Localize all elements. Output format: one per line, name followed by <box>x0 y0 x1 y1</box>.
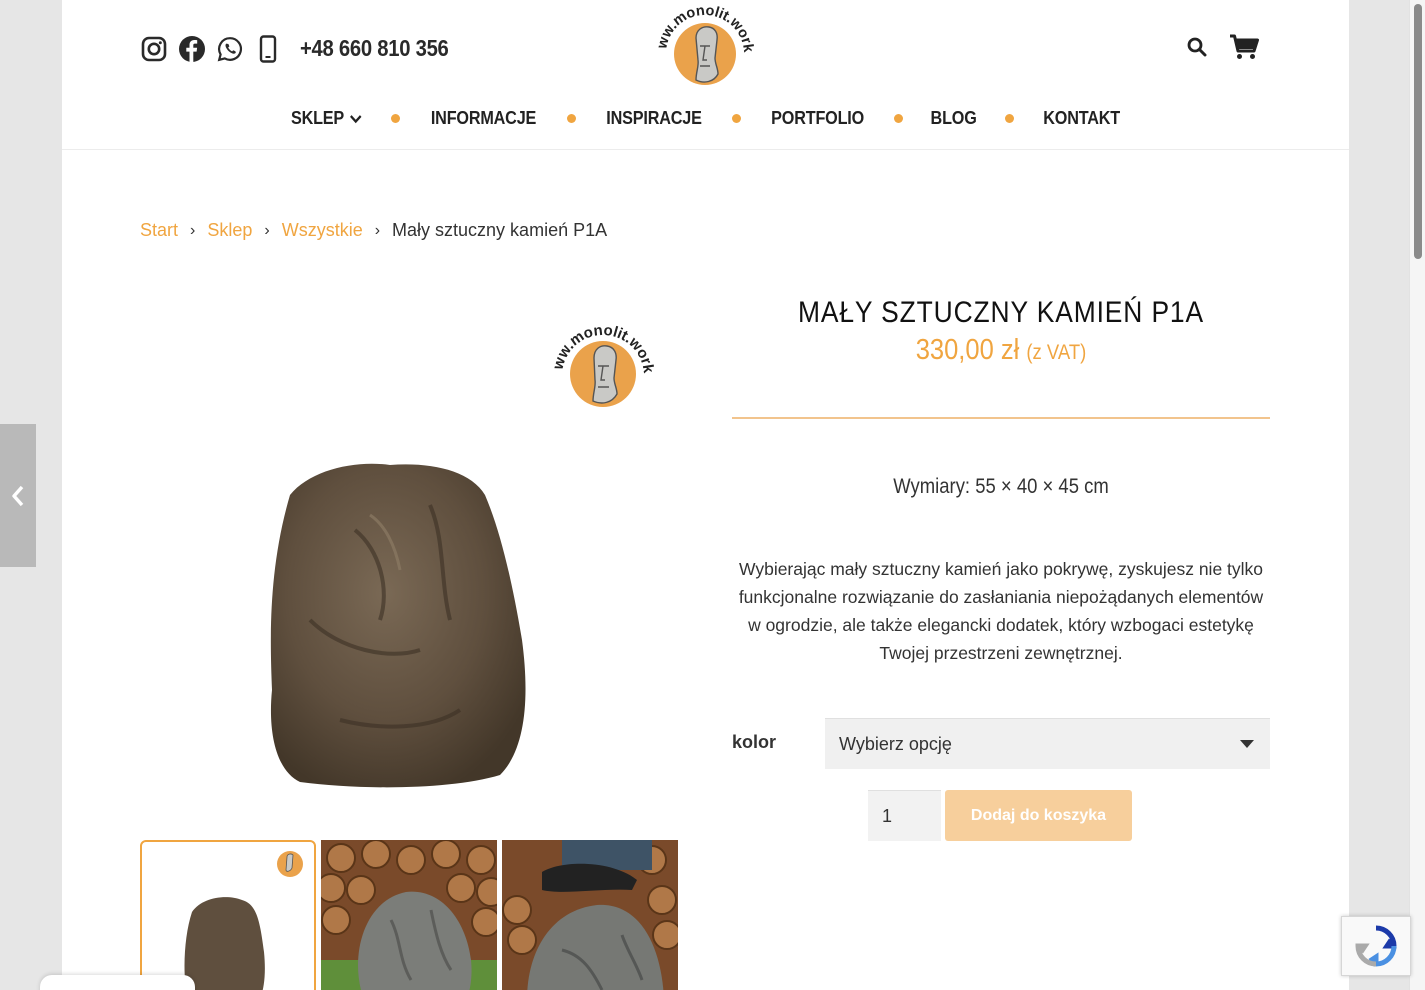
chevron-down-icon <box>350 114 362 123</box>
thumbnail-2[interactable] <box>321 840 497 990</box>
bottom-floating-tab[interactable] <box>40 975 195 990</box>
phone-number[interactable]: +48 660 810 356 <box>300 35 449 62</box>
add-to-cart-row: 1 Dodaj do koszyka <box>868 790 1132 841</box>
breadcrumb-sklep[interactable]: Sklep <box>207 220 252 241</box>
product-summary: MAŁY SZTUCZNY KAMIEŃ P1A 330,00 zł (z VA… <box>732 290 1270 667</box>
instagram-icon[interactable] <box>140 34 168 64</box>
product-price: 330,00 zł (z VAT) <box>764 334 1237 367</box>
site-header: +48 660 810 356 www.monolit.works <box>62 0 1349 150</box>
social-links <box>140 34 282 64</box>
nav-item-blog[interactable]: BLOG <box>931 108 977 129</box>
page: +48 660 810 356 www.monolit.works <box>62 0 1349 990</box>
breadcrumb-wszystkie[interactable]: Wszystkie <box>282 220 363 241</box>
price-vat-note: (z VAT) <box>1026 341 1087 364</box>
color-select[interactable]: Wybierz opcję <box>825 718 1270 769</box>
nav-separator-dot <box>391 114 401 123</box>
variation-label: kolor <box>732 732 777 752</box>
nav-item-sklep[interactable]: SKLEP <box>291 108 362 129</box>
cart-icon[interactable] <box>1229 34 1259 65</box>
search-icon[interactable] <box>1187 37 1207 62</box>
nav-label: SKLEP <box>291 108 345 128</box>
mobile-phone-icon[interactable] <box>254 34 282 64</box>
chevron-right-icon: › <box>190 221 196 239</box>
chevron-left-icon <box>12 485 24 506</box>
header-tools <box>1187 34 1259 65</box>
product-image-logo: www.monolit.works <box>541 303 658 414</box>
nav-item-informacje[interactable]: INFORMACJE <box>431 108 536 129</box>
scrollbar[interactable] <box>1409 0 1425 990</box>
nav-item-portfolio[interactable]: PORTFOLIO <box>771 108 864 129</box>
scrollbar-thumb[interactable] <box>1414 4 1422 259</box>
nav-item-inspiracje[interactable]: INSPIRACJE <box>606 108 702 129</box>
recaptcha-icon <box>1355 925 1397 967</box>
color-select-value: Wybierz opcję <box>839 733 952 754</box>
product-dimensions: Wymiary: 55 × 40 × 45 cm <box>893 475 1109 498</box>
quantity-input[interactable]: 1 <box>868 790 941 841</box>
whatsapp-icon[interactable] <box>216 34 244 64</box>
chevron-right-icon: › <box>264 221 270 239</box>
nav-item-kontakt[interactable]: KONTAKT <box>1043 108 1120 129</box>
nav-separator-dot <box>567 114 577 123</box>
price-amount: 330,00 zł <box>915 334 1020 366</box>
breadcrumb-start[interactable]: Start <box>140 220 178 241</box>
nav-separator-dot <box>1004 114 1014 123</box>
thumbnail-1[interactable] <box>140 840 316 990</box>
recaptcha-badge[interactable] <box>1341 916 1411 976</box>
facebook-icon[interactable] <box>178 34 206 64</box>
product-thumbnails <box>140 840 678 990</box>
chevron-right-icon: › <box>374 221 381 239</box>
summary-divider <box>732 417 1270 419</box>
variation-row: kolor Wybierz opcję <box>732 718 1270 769</box>
thumbnail-3[interactable] <box>502 840 678 990</box>
nav-separator-dot <box>894 114 904 123</box>
product-title: MAŁY SZTUCZNY KAMIEŃ P1A <box>798 296 1204 329</box>
nav-separator-dot <box>732 114 742 123</box>
site-logo[interactable]: www.monolit.works <box>645 0 758 96</box>
product-description: Wybierając mały sztuczny kamień jako pok… <box>738 559 1264 663</box>
caret-down-icon <box>1240 740 1254 748</box>
breadcrumb: Start › Sklep › Wszystkie › Mały sztuczn… <box>140 220 607 241</box>
add-to-cart-button[interactable]: Dodaj do koszyka <box>945 790 1132 841</box>
previous-product-button[interactable] <box>0 424 36 567</box>
breadcrumb-current: Mały sztuczny kamień P1A <box>392 220 608 240</box>
main-nav: SKLEP INFORMACJE INSPIRACJE PORTFOLIO BL… <box>62 108 1349 129</box>
